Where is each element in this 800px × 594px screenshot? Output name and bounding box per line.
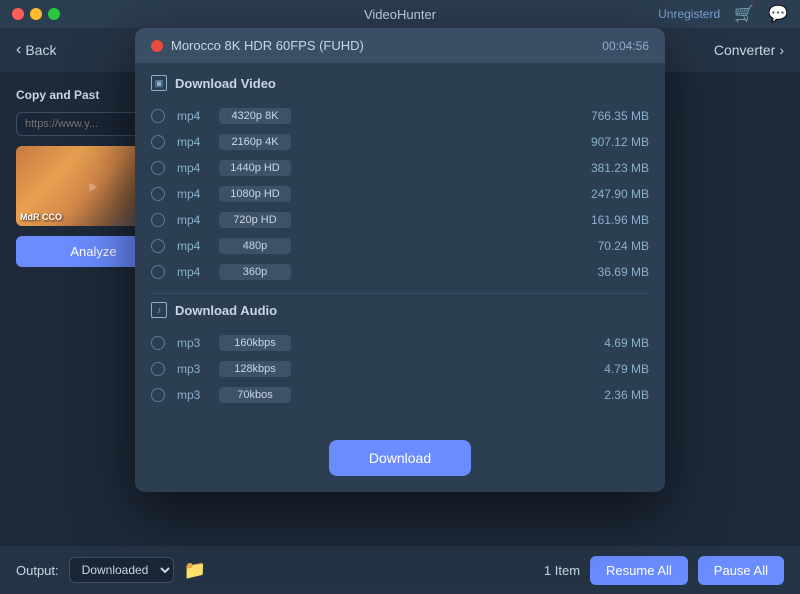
back-button[interactable]: ‹ Back — [16, 41, 56, 59]
radio-1440p[interactable] — [151, 161, 165, 175]
video-row-4[interactable]: mp4 720p HD 161.96 MB — [151, 207, 649, 233]
format-type-2: mp4 — [177, 161, 207, 175]
audio-section-icon: ♪ — [151, 302, 167, 318]
radio-1080p[interactable] — [151, 187, 165, 201]
format-type-6: mp4 — [177, 265, 207, 279]
bottom-bar: Output: Downloaded 📁 1 Item Resume All P… — [0, 546, 800, 594]
output-label: Output: — [16, 563, 59, 578]
audio-type-0: mp3 — [177, 336, 207, 350]
dialog-body: ▣ Download Video mp4 4320p 8K 766.35 MB … — [135, 63, 665, 492]
video-row-0[interactable]: mp4 4320p 8K 766.35 MB — [151, 103, 649, 129]
video-row-5[interactable]: mp4 480p 70.24 MB — [151, 233, 649, 259]
maximize-button[interactable] — [48, 8, 60, 20]
video-duration: 00:04:56 — [602, 39, 649, 53]
quality-3: 1080p HD — [219, 186, 291, 202]
radio-160kbps[interactable] — [151, 336, 165, 350]
format-type-3: mp4 — [177, 187, 207, 201]
dialog-header: Morocco 8K HDR 60FPS (FUHD) 00:04:56 — [135, 28, 665, 63]
video-row-3[interactable]: mp4 1080p HD 247.90 MB — [151, 181, 649, 207]
audio-row-2[interactable]: mp3 70kbos 2.36 MB — [151, 382, 649, 408]
video-section-header: ▣ Download Video — [151, 75, 649, 95]
item-count: 1 Item — [544, 563, 580, 578]
radio-4320p[interactable] — [151, 109, 165, 123]
radio-480p[interactable] — [151, 239, 165, 253]
format-dialog: Morocco 8K HDR 60FPS (FUHD) 00:04:56 ▣ D… — [135, 28, 665, 492]
size-5: 70.24 MB — [569, 239, 649, 253]
audio-type-1: mp3 — [177, 362, 207, 376]
size-4: 161.96 MB — [569, 213, 649, 227]
cart-icon[interactable]: 🛒 — [734, 4, 754, 24]
radio-360p[interactable] — [151, 265, 165, 279]
quality-0: 4320p 8K — [219, 108, 291, 124]
resume-all-button[interactable]: Resume All — [590, 556, 688, 585]
audio-quality-0: 160kbps — [219, 335, 291, 351]
thumbnail-label: MdR CCO — [20, 212, 62, 222]
size-2: 381.23 MB — [569, 161, 649, 175]
video-row-1[interactable]: mp4 2160p 4K 907.12 MB — [151, 129, 649, 155]
size-3: 247.90 MB — [569, 187, 649, 201]
download-button[interactable]: Download — [329, 440, 471, 476]
radio-128kbps[interactable] — [151, 362, 165, 376]
close-button[interactable] — [12, 8, 24, 20]
converter-chevron-icon: › — [779, 42, 784, 58]
title-bar-right: Unregisterd 🛒 💬 — [658, 4, 788, 24]
radio-70kbps[interactable] — [151, 388, 165, 402]
section-divider — [151, 293, 649, 294]
back-label: Back — [25, 42, 56, 58]
chat-icon[interactable]: 💬 — [768, 4, 788, 24]
converter-button[interactable]: Converter › — [714, 42, 784, 58]
audio-size-1: 4.79 MB — [569, 362, 649, 376]
quality-1: 2160p 4K — [219, 134, 291, 150]
video-section-icon: ▣ — [151, 75, 167, 91]
audio-type-2: mp3 — [177, 388, 207, 402]
output-select[interactable]: Downloaded — [69, 557, 174, 583]
video-section-title: Download Video — [175, 76, 276, 91]
audio-section-header: ♪ Download Audio — [151, 302, 649, 322]
video-row-2[interactable]: mp4 1440p HD 381.23 MB — [151, 155, 649, 181]
audio-size-2: 2.36 MB — [569, 388, 649, 402]
converter-label: Converter — [714, 42, 775, 58]
video-title: Morocco 8K HDR 60FPS (FUHD) — [171, 38, 364, 53]
pause-all-button[interactable]: Pause All — [698, 556, 784, 585]
quality-4: 720p HD — [219, 212, 291, 228]
format-type-5: mp4 — [177, 239, 207, 253]
quality-2: 1440p HD — [219, 160, 291, 176]
audio-quality-1: 128kbps — [219, 361, 291, 377]
size-6: 36.69 MB — [569, 265, 649, 279]
quality-6: 360p — [219, 264, 291, 280]
size-0: 766.35 MB — [569, 109, 649, 123]
dialog-header-left: Morocco 8K HDR 60FPS (FUHD) — [151, 38, 364, 53]
video-rows: mp4 4320p 8K 766.35 MB mp4 2160p 4K 907.… — [151, 103, 649, 285]
size-1: 907.12 MB — [569, 135, 649, 149]
format-type-4: mp4 — [177, 213, 207, 227]
radio-2160p[interactable] — [151, 135, 165, 149]
audio-row-1[interactable]: mp3 128kbps 4.79 MB — [151, 356, 649, 382]
audio-row-0[interactable]: mp3 160kbps 4.69 MB — [151, 330, 649, 356]
unregistered-link[interactable]: Unregisterd — [658, 7, 720, 21]
radio-720p[interactable] — [151, 213, 165, 227]
video-row-6[interactable]: mp4 360p 36.69 MB — [151, 259, 649, 285]
recording-dot — [151, 40, 163, 52]
format-type-0: mp4 — [177, 109, 207, 123]
audio-size-0: 4.69 MB — [569, 336, 649, 350]
audio-rows: mp3 160kbps 4.69 MB mp3 128kbps 4.79 MB … — [151, 330, 649, 408]
title-bar: VideoHunter Unregisterd 🛒 💬 — [0, 0, 800, 28]
quality-5: 480p — [219, 238, 291, 254]
traffic-lights — [12, 8, 60, 20]
minimize-button[interactable] — [30, 8, 42, 20]
back-chevron-icon: ‹ — [16, 41, 21, 59]
format-type-1: mp4 — [177, 135, 207, 149]
app-title: VideoHunter — [364, 7, 436, 22]
audio-section-title: Download Audio — [175, 303, 277, 318]
folder-icon[interactable]: 📁 — [184, 560, 206, 581]
audio-quality-2: 70kbos — [219, 387, 291, 403]
